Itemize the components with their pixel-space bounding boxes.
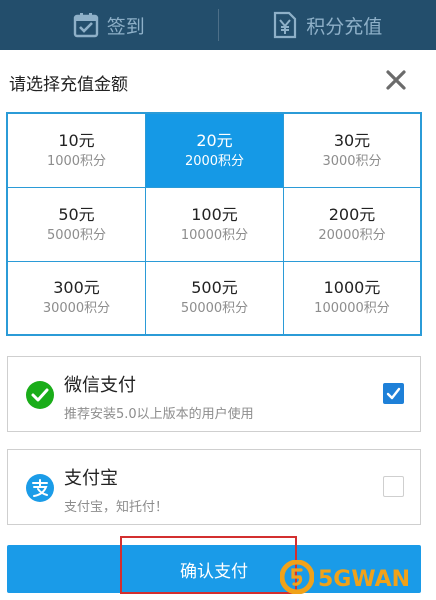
amount-option-500[interactable]: 500元 50000积分 (146, 262, 284, 334)
amount-points: 50000积分 (180, 301, 249, 316)
amount-option-1000[interactable]: 1000元 100000积分 (284, 262, 420, 334)
amount-option-200[interactable]: 200元 20000积分 (284, 188, 420, 262)
amount-points: 30000积分 (42, 301, 111, 316)
amount-points: 100000积分 (314, 301, 390, 316)
alipay-desc: 支付宝，知托付！ (64, 500, 169, 515)
alipay-icon (26, 474, 54, 502)
wechat-pay-icon (26, 381, 54, 409)
dialog-header: 请选择充值金额 (0, 50, 436, 110)
yen-document-icon (272, 11, 298, 39)
amount-value: 30元 (333, 130, 371, 150)
amount-points: 5000积分 (46, 227, 107, 243)
amount-grid: 10元 1000积分 20元 2000积分 30元 3000积分 50元 500… (6, 112, 422, 336)
amount-option-100[interactable]: 100元 10000积分 (146, 188, 284, 262)
amount-value: 1000元 (323, 278, 381, 297)
amount-value: 100元 (191, 204, 238, 224)
watermark-text: 5GWAN (318, 566, 411, 592)
amount-points: 1000积分 (46, 153, 107, 169)
payment-option-alipay[interactable]: 支付宝 支付宝，知托付！ (7, 449, 421, 525)
amount-option-20[interactable]: 20元 2000积分 (146, 114, 284, 188)
amount-value: 200元 (328, 204, 376, 224)
amount-points: 3000积分 (322, 153, 382, 169)
amount-points: 2000积分 (184, 153, 245, 169)
5gwan-logo-icon (279, 559, 315, 598)
amount-value: 500元 (191, 278, 238, 297)
tab-points-recharge-label: 积分充值 (306, 15, 383, 38)
watermark-5gwan: 5GWAN (279, 558, 430, 600)
close-icon[interactable] (385, 69, 407, 91)
amount-option-300[interactable]: 300元 30000积分 (8, 262, 146, 334)
amount-points: 10000积分 (180, 227, 249, 243)
amount-value: 300元 (53, 278, 100, 297)
confirm-pay-label: 确认支付 (180, 561, 248, 582)
calendar-check-icon (73, 12, 99, 38)
wechat-pay-desc: 推荐安装5.0以上版本的用户使用 (64, 407, 254, 422)
amount-value: 50元 (58, 204, 95, 224)
wechat-pay-checkbox[interactable] (383, 383, 404, 404)
top-tab-bar: 签到 积分充值 (0, 0, 436, 50)
payment-option-wechat[interactable]: 微信支付 推荐安装5.0以上版本的用户使用 (7, 356, 421, 432)
amount-value: 10元 (58, 130, 95, 150)
tab-sign-in[interactable]: 签到 (0, 0, 218, 50)
amount-option-10[interactable]: 10元 1000积分 (8, 114, 146, 188)
alipay-name: 支付宝 (64, 468, 118, 489)
wechat-pay-name: 微信支付 (64, 375, 136, 396)
dialog-title: 请选择充值金额 (9, 75, 128, 95)
recharge-dialog: 请选择充值金额 10元 1000积分 20元 2000积分 30元 3000积分… (0, 50, 436, 600)
amount-option-30[interactable]: 30元 3000积分 (284, 114, 420, 188)
amount-points: 20000积分 (318, 227, 386, 243)
amount-value: 20元 (196, 130, 233, 150)
tab-sign-in-label: 签到 (106, 15, 145, 38)
alipay-checkbox[interactable] (383, 476, 404, 497)
tab-points-recharge[interactable]: 积分充值 (219, 0, 436, 50)
amount-option-50[interactable]: 50元 5000积分 (8, 188, 146, 262)
